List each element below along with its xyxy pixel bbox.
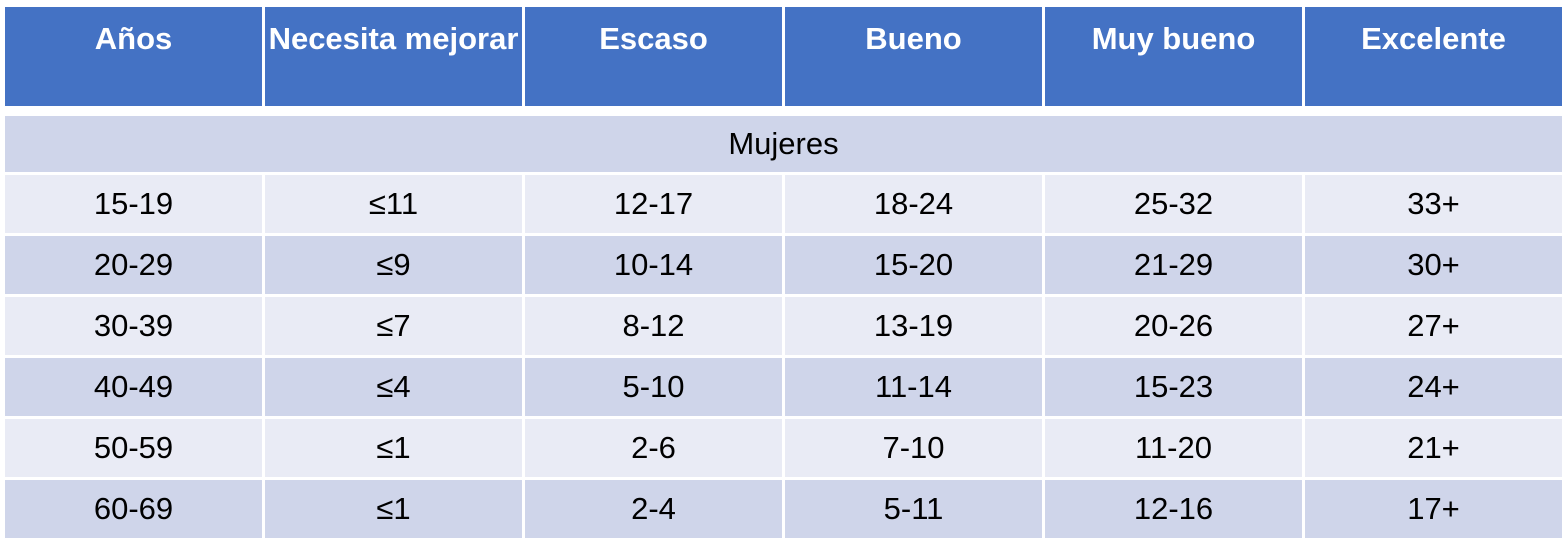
table-cell: 11-20 xyxy=(1042,416,1305,480)
table-cell: 5-11 xyxy=(782,477,1045,541)
table-cell: 15-19 xyxy=(2,172,265,236)
table-cell: 27+ xyxy=(1302,294,1565,358)
table-cell: 2-6 xyxy=(522,416,785,480)
table-cell: 15-23 xyxy=(1042,355,1305,419)
table-cell: 30-39 xyxy=(2,294,265,358)
table-cell: 15-20 xyxy=(782,233,1045,297)
header-cell-needs-improvement: Necesita mejorar xyxy=(262,4,525,109)
header-cell-age: Años xyxy=(2,4,265,109)
table-cell: 20-26 xyxy=(1042,294,1305,358)
table-cell: 17+ xyxy=(1302,477,1565,541)
table-cell: ≤11 xyxy=(262,172,525,236)
table-row: 20-29 ≤9 10-14 15-20 21-29 30+ xyxy=(2,233,1565,297)
table-cell: 24+ xyxy=(1302,355,1565,419)
table-cell: ≤1 xyxy=(262,416,525,480)
table-cell: ≤7 xyxy=(262,294,525,358)
header-cell-poor: Escaso xyxy=(522,4,785,109)
table-cell: 8-12 xyxy=(522,294,785,358)
table-cell: 25-32 xyxy=(1042,172,1305,236)
table-row: 15-19 ≤11 12-17 18-24 25-32 33+ xyxy=(2,172,1565,236)
table-row: 40-49 ≤4 5-10 11-14 15-23 24+ xyxy=(2,355,1565,419)
table-cell: 10-14 xyxy=(522,233,785,297)
table-cell: 5-10 xyxy=(522,355,785,419)
table-row: 50-59 ≤1 2-6 7-10 11-20 21+ xyxy=(2,416,1565,480)
table-cell: 12-16 xyxy=(1042,477,1305,541)
section-row: Mujeres xyxy=(2,113,1565,175)
header-cell-very-good: Muy bueno xyxy=(1042,4,1305,109)
table-row: 30-39 ≤7 8-12 13-19 20-26 27+ xyxy=(2,294,1565,358)
fitness-rating-table: Años Necesita mejorar Escaso Bueno Muy b… xyxy=(2,4,1565,541)
table-cell: 13-19 xyxy=(782,294,1045,358)
table-cell: 30+ xyxy=(1302,233,1565,297)
table-cell: 33+ xyxy=(1302,172,1565,236)
header-cell-excellent: Excelente xyxy=(1302,4,1565,109)
table-row: 60-69 ≤1 2-4 5-11 12-16 17+ xyxy=(2,477,1565,541)
table-cell: 60-69 xyxy=(2,477,265,541)
table-cell: 12-17 xyxy=(522,172,785,236)
table-cell: 11-14 xyxy=(782,355,1045,419)
table-cell: 7-10 xyxy=(782,416,1045,480)
table-cell: 2-4 xyxy=(522,477,785,541)
table-cell: 18-24 xyxy=(782,172,1045,236)
table-cell: 40-49 xyxy=(2,355,265,419)
table-cell: ≤9 xyxy=(262,233,525,297)
header-cell-good: Bueno xyxy=(782,4,1045,109)
table-cell: ≤4 xyxy=(262,355,525,419)
header-row: Años Necesita mejorar Escaso Bueno Muy b… xyxy=(2,4,1565,109)
table-cell: 20-29 xyxy=(2,233,265,297)
table-cell: 50-59 xyxy=(2,416,265,480)
table-cell: ≤1 xyxy=(262,477,525,541)
section-label: Mujeres xyxy=(2,113,1565,175)
header-divider xyxy=(3,107,1564,115)
table-cell: 21+ xyxy=(1302,416,1565,480)
table-cell: 21-29 xyxy=(1042,233,1305,297)
